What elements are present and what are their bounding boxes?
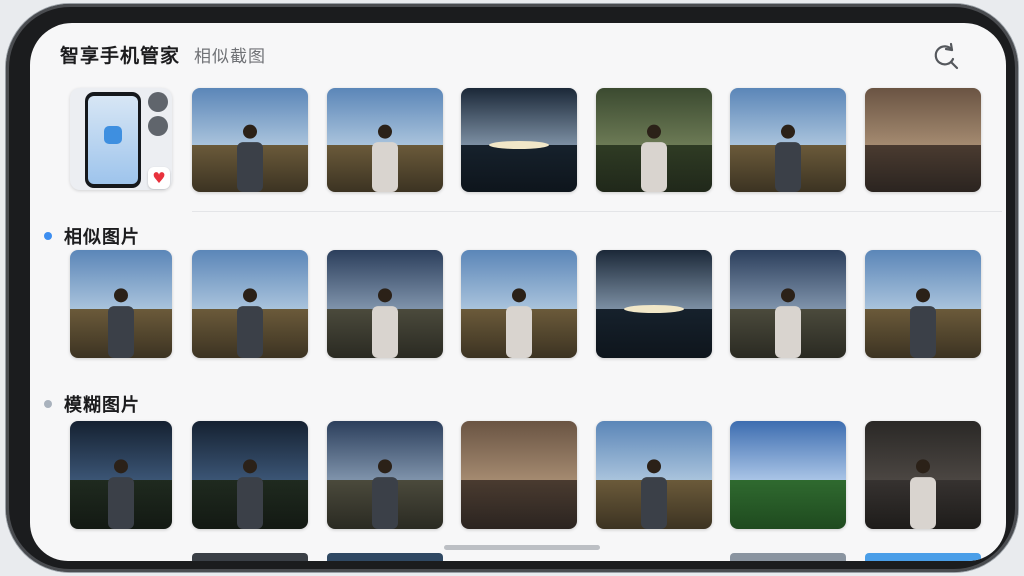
photo-tile-partial[interactable]	[327, 553, 443, 561]
photo-tile-portrait-man-field[interactable]	[192, 88, 308, 192]
photo-thumbnail	[596, 421, 712, 529]
header: 智享手机管家 相似截图	[60, 41, 266, 71]
photo-tile-couple-field[interactable]	[730, 88, 846, 192]
photo-thumbnail	[865, 421, 981, 529]
photo-thumbnail	[192, 88, 308, 192]
app-title: 智享手机管家	[60, 45, 181, 67]
photo-thumbnail	[70, 421, 172, 529]
photo-tile-woman-sitting-dark[interactable]	[865, 421, 981, 529]
app-icon	[104, 126, 122, 144]
photo-thumbnail	[327, 421, 443, 529]
divider	[192, 211, 1002, 212]
photo-tile-woman-sunglasses-forest[interactable]	[596, 88, 712, 192]
heart-icon[interactable]: ♥	[148, 167, 170, 189]
photo-thumbnail	[461, 421, 577, 529]
photo-tile-hand-holding-phone[interactable]	[865, 88, 981, 192]
photo-thumbnail	[730, 250, 846, 358]
photo-tile-portrait-woman-field[interactable]	[327, 88, 443, 192]
section-dot	[44, 400, 52, 408]
photo-tile-two-women-room[interactable]	[70, 250, 172, 358]
photo-tile-partial[interactable]	[730, 553, 846, 561]
section-title: 模糊图片	[64, 395, 140, 416]
photo-tile-fisheye-lake[interactable]	[596, 250, 712, 358]
photo-tile-street-silhouette[interactable]	[70, 421, 172, 529]
photo-tile-woman-field-2[interactable]	[730, 250, 846, 358]
photo-tile-woman-sunglasses-field[interactable]	[461, 250, 577, 358]
photo-tile-man-silhouette-dusk[interactable]	[327, 421, 443, 529]
refresh-icon	[934, 42, 959, 70]
home-indicator[interactable]	[444, 545, 600, 550]
featured-screenshot-card[interactable]: ♥	[70, 88, 172, 190]
photo-thumbnail	[461, 250, 577, 358]
photo-thumbnail	[192, 250, 308, 358]
photo-thumbnail	[865, 250, 981, 358]
option-icon[interactable]	[148, 92, 168, 112]
photo-thumbnail	[461, 88, 577, 192]
section-similar-images: 相似图片	[44, 223, 140, 249]
phone-frame: 智享手机管家 相似截图 ♥ 相似图片 模糊图片	[6, 4, 1018, 572]
photo-tile-green-field-tree[interactable]	[730, 421, 846, 529]
section-blurry-images: 模糊图片	[44, 391, 140, 417]
page-subtitle: 相似截图	[194, 47, 267, 67]
photo-tile-man-silhouette-sun[interactable]	[192, 421, 308, 529]
refresh-button[interactable]	[928, 39, 962, 73]
photo-thumbnail	[730, 88, 846, 192]
photo-thumbnail	[865, 88, 981, 192]
photo-tile-woman-field[interactable]	[327, 250, 443, 358]
photo-tile-partial[interactable]	[865, 553, 981, 561]
option-icon[interactable]	[148, 116, 168, 136]
photo-thumbnail	[730, 421, 846, 529]
photo-thumbnail	[596, 88, 712, 192]
photo-tile-man-field-sunset[interactable]	[596, 421, 712, 529]
photo-tile-man-field-dusk[interactable]	[192, 250, 308, 358]
photo-thumbnail	[70, 250, 172, 358]
photo-thumbnail	[596, 250, 712, 358]
photo-tile-lake-silhouette[interactable]	[461, 88, 577, 192]
screen: 智享手机管家 相似截图 ♥ 相似图片 模糊图片	[30, 23, 1006, 561]
photo-thumbnail	[327, 88, 443, 192]
photo-thumbnail	[327, 250, 443, 358]
photo-tile-partial[interactable]	[192, 553, 308, 561]
photo-thumbnail	[192, 421, 308, 529]
photo-tile-man-field-2[interactable]	[865, 250, 981, 358]
section-title: 相似图片	[64, 227, 140, 248]
phone-screenshot-thumbnail	[85, 92, 141, 188]
section-dot	[44, 232, 52, 240]
photo-tile-bedroom[interactable]	[461, 421, 577, 529]
